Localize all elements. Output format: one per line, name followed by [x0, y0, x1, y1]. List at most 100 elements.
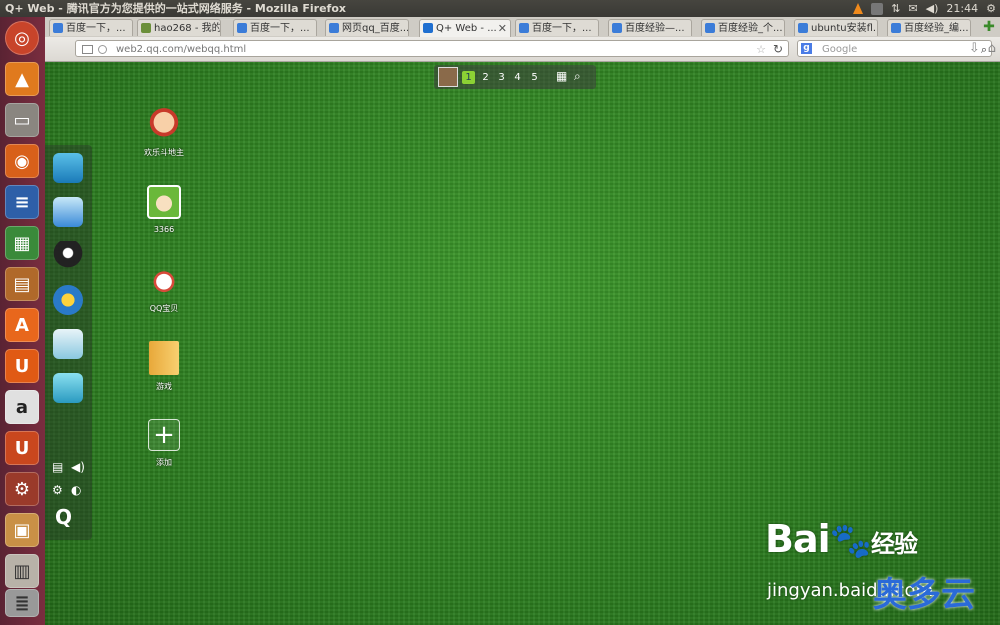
tab[interactable]: 百度一下，...: [233, 19, 317, 36]
google-icon[interactable]: g: [801, 43, 812, 54]
workspace-switcher-icon[interactable]: ▥: [5, 554, 39, 588]
desktop-icon-add[interactable]: + 添加: [129, 419, 199, 468]
vlc-icon[interactable]: [853, 3, 864, 14]
tab[interactable]: 百度一下，...: [49, 19, 133, 36]
desktop-icon-label: 添加: [156, 458, 172, 467]
calc-icon[interactable]: ▦: [5, 226, 39, 260]
network-icon[interactable]: ⇅: [891, 0, 900, 17]
desktop-icon-doudizhu[interactable]: 欢乐斗地主: [129, 107, 199, 158]
weibo-icon[interactable]: [53, 329, 83, 359]
page-4[interactable]: 4: [511, 71, 524, 84]
watermark-suffix: 经验: [870, 530, 918, 558]
tab-label: 百度经验_个...: [718, 23, 783, 34]
ubuntu-dash-icon[interactable]: ◎: [5, 21, 39, 55]
app-grid-icon[interactable]: ▦: [556, 69, 567, 83]
archive-manager-icon[interactable]: ▣: [5, 513, 39, 547]
volume-icon[interactable]: ◀): [926, 0, 939, 17]
page-1[interactable]: 1: [462, 71, 475, 84]
baidu-favicon-icon: [53, 23, 63, 33]
writer-icon[interactable]: ≡: [5, 185, 39, 219]
trash-icon[interactable]: ≣: [5, 589, 39, 617]
tab[interactable]: ubuntu安装fl...: [794, 19, 878, 36]
page-5[interactable]: 5: [528, 71, 541, 84]
desktop-icon-qqbaby[interactable]: QQ宝贝: [129, 263, 199, 314]
baidu-favicon-icon: [519, 23, 529, 33]
bookmark-star-icon[interactable]: ☆: [756, 41, 766, 58]
qq-penguin-icon[interactable]: [53, 241, 83, 271]
settings-gear-icon[interactable]: ⚙: [5, 472, 39, 506]
desktop-icon-label: 3366: [153, 225, 175, 234]
amazon-icon[interactable]: a: [5, 390, 39, 424]
address-bar[interactable]: web2.qq.com/webqq.html ☆ ↻: [75, 40, 789, 57]
page-3[interactable]: 3: [495, 71, 508, 84]
tab-label: ubuntu安装fl...: [811, 23, 878, 34]
software-center-icon[interactable]: A: [5, 308, 39, 342]
page-2[interactable]: 2: [479, 71, 492, 84]
tab-label: hao268 - 我的...: [154, 23, 221, 34]
desktop-icon-3366[interactable]: 3366: [129, 185, 199, 234]
baidu-favicon-icon: [891, 23, 901, 33]
qzone-icon[interactable]: [53, 285, 83, 315]
file-manager-icon[interactable]: ▭: [5, 103, 39, 137]
qq-pet-icon: [147, 263, 181, 297]
tab-bar: 百度一下，... hao268 - 我的... 百度一下，... 网页qq_百度…: [45, 17, 1000, 38]
url-text[interactable]: web2.qq.com/webqq.html: [116, 41, 246, 58]
baidu-favicon-icon: [612, 23, 622, 33]
tab[interactable]: 百度经验_编...: [887, 19, 971, 36]
cloud-disk-icon[interactable]: [53, 197, 83, 227]
search-placeholder: Google: [822, 44, 858, 55]
unity-launcher: ◎ ▲ ▭ ◉ ≡ ▦ ▤ A U a U ⚙ ▣ ▥ ≣: [0, 17, 45, 625]
tab-label: 百度一下，...: [532, 23, 592, 34]
globe-icon: [98, 45, 107, 54]
tab-active[interactable]: Q+ Web - ... ✕: [419, 19, 511, 37]
qq-search-icon[interactable]: [53, 373, 83, 403]
impress-icon[interactable]: ▤: [5, 267, 39, 301]
vlc-launcher-icon[interactable]: ▲: [5, 62, 39, 96]
desktop-icon-games[interactable]: 游戏: [129, 341, 199, 392]
desktop-icon-label: 欢乐斗地主: [144, 148, 184, 157]
watermark-overlay-text: 奥多云: [873, 575, 975, 615]
firefox-icon[interactable]: ◉: [5, 144, 39, 178]
user-avatar[interactable]: [438, 67, 458, 87]
tab[interactable]: 百度一下，...: [515, 19, 599, 36]
settings-icon[interactable]: ⚙: [52, 483, 63, 497]
home-icon[interactable]: ⌂: [988, 41, 996, 56]
search-icon[interactable]: ⌕: [574, 69, 581, 84]
site-identity-icon[interactable]: [82, 45, 93, 54]
tab-label: 百度一下，...: [66, 23, 126, 34]
ubuntu-one-music-icon[interactable]: U: [5, 431, 39, 465]
tab-label: 网页qq_百度...: [342, 23, 409, 34]
navigation-bar: web2.qq.com/webqq.html ☆ ↻ g Google ⌕ ⇩ …: [45, 37, 1000, 62]
tab-label: 百度经验_编...: [904, 23, 969, 34]
tab-label: 百度一下，...: [250, 23, 310, 34]
new-tab-button[interactable]: ✚: [982, 20, 996, 34]
add-icon: +: [148, 419, 180, 451]
keyboard-indicator-icon[interactable]: [871, 2, 884, 15]
desktop-icon-label: 游戏: [156, 382, 172, 391]
tab-label: 百度经验—...: [625, 23, 685, 34]
theme-icon[interactable]: ◐: [71, 483, 81, 497]
clock[interactable]: 21:44: [946, 0, 978, 17]
webqq-desktop: 1 2 3 4 5 ▦ ⌕ ▤ ◀) ⚙ ◐ Q 欢乐斗地主 3366 QQ宝贝…: [45, 62, 1000, 625]
tab[interactable]: 百度经验—...: [608, 19, 692, 36]
power-gear-icon[interactable]: ⚙: [986, 0, 996, 17]
view-toggle-icon[interactable]: ▤: [52, 460, 63, 474]
top-panel: Q+ Web - 腾讯官方为您提供的一站式网络服务 - Mozilla Fire…: [0, 0, 1000, 17]
download-icon[interactable]: ⇩: [969, 41, 980, 56]
qplus-logo-icon[interactable]: Q: [55, 505, 72, 529]
reload-icon[interactable]: ↻: [773, 41, 783, 58]
baidu-favicon-icon: [237, 23, 247, 33]
tab[interactable]: 百度经验_个...: [701, 19, 785, 36]
tab[interactable]: 网页qq_百度...: [325, 19, 409, 36]
mail-icon[interactable]: ✉: [908, 0, 917, 17]
tab[interactable]: hao268 - 我的...: [137, 19, 221, 36]
hao268-favicon-icon: [141, 23, 151, 33]
search-input[interactable]: g Google ⌕: [797, 40, 992, 57]
nav-buttons: ⇩ ⌂: [969, 41, 996, 56]
3366-icon: [147, 185, 181, 219]
desktop-icon-label: QQ宝贝: [149, 304, 179, 313]
volume-icon[interactable]: ◀): [71, 460, 85, 474]
close-tab-icon[interactable]: ✕: [498, 20, 507, 37]
ubuntu-one-icon[interactable]: U: [5, 349, 39, 383]
app-market-icon[interactable]: [53, 153, 83, 183]
